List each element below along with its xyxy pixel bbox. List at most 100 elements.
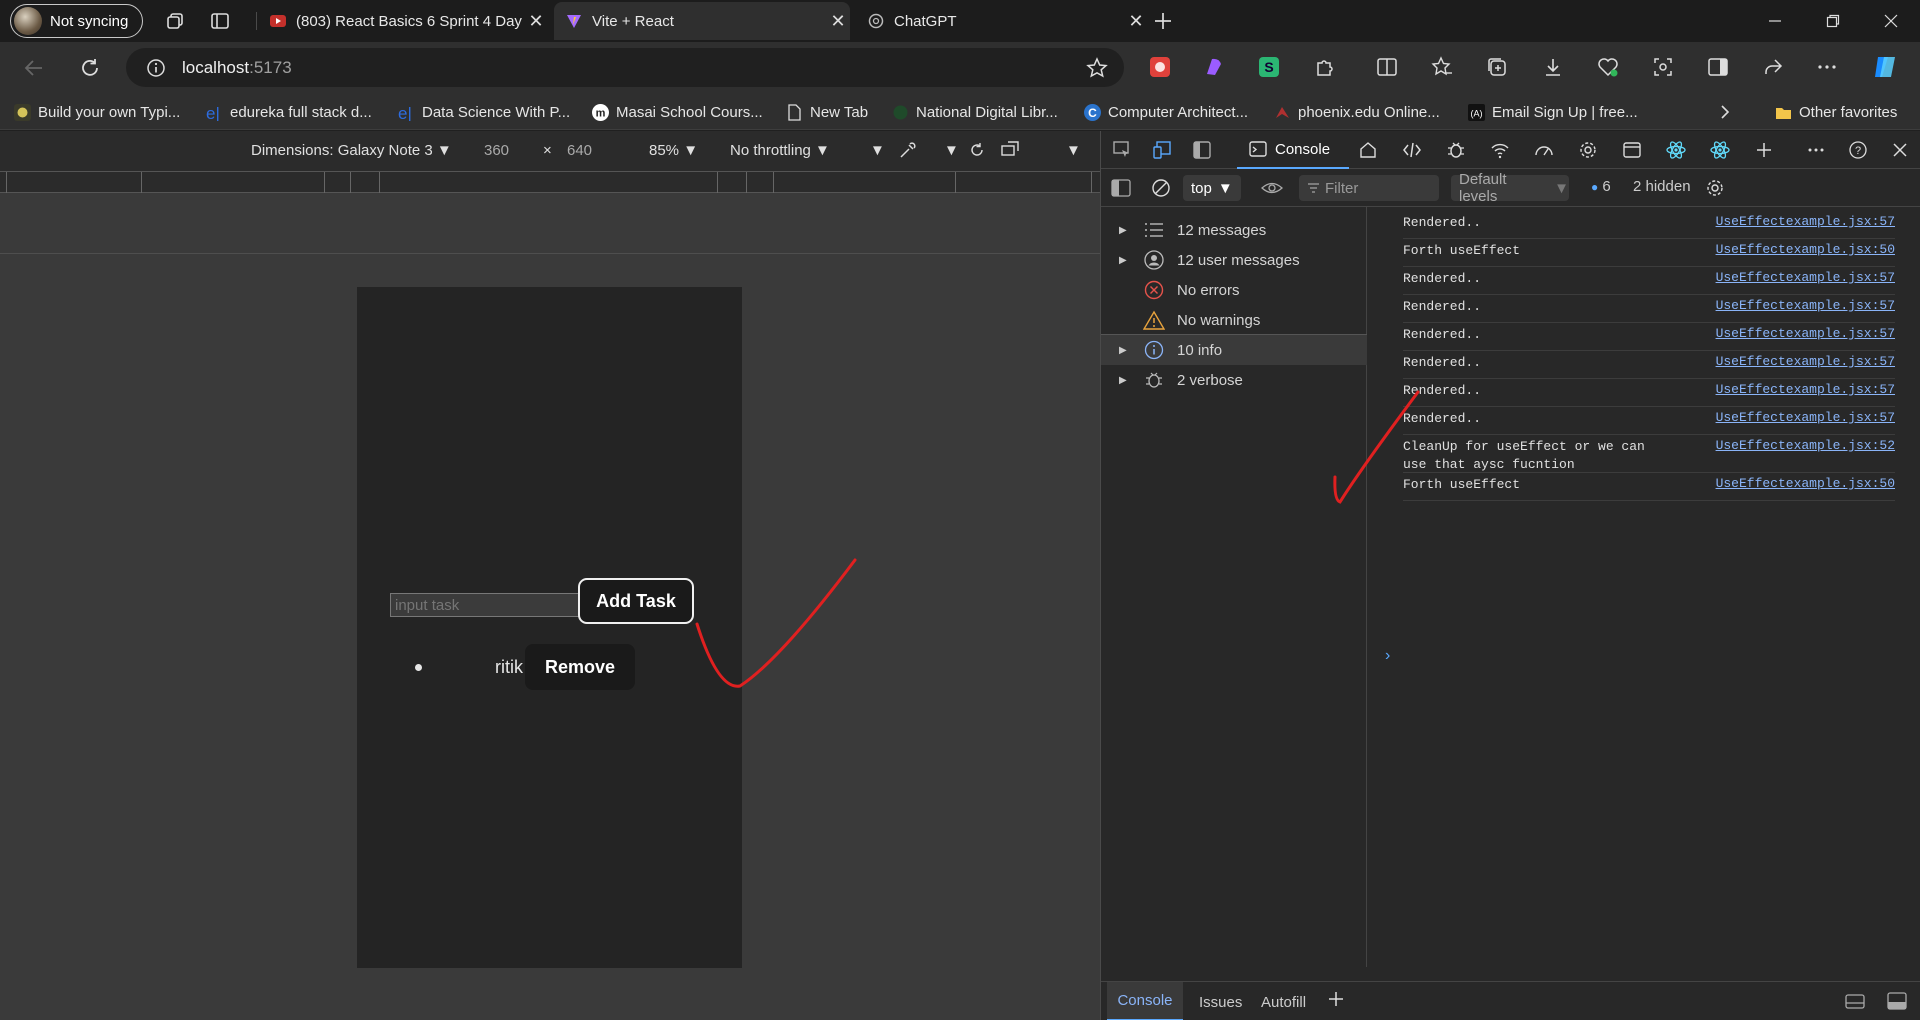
tab-youtube[interactable]: (803) React Basics 6 Sprint 4 Day ( ✕ (258, 2, 548, 40)
favorite-item[interactable]: (A) Email Sign Up | free... (1468, 100, 1638, 124)
source-link[interactable]: UseEffectexample.jsx:50 (1716, 476, 1895, 491)
inspect-icon[interactable] (1111, 139, 1133, 161)
height-input[interactable]: 640 (567, 142, 592, 159)
site-info-icon[interactable] (146, 58, 166, 78)
expand-arrow-icon[interactable]: ▶ (1119, 225, 1133, 236)
sidebar-toggle-icon[interactable] (1111, 179, 1131, 201)
source-link[interactable]: UseEffectexample.jsx:57 (1716, 270, 1895, 285)
tab-console[interactable]: Console (1237, 131, 1349, 169)
sidebar-filter-item[interactable]: No warnings (1101, 305, 1367, 335)
favorite-item[interactable]: e| edureka full stack d... (206, 100, 372, 124)
remove-button[interactable]: Remove (525, 644, 635, 690)
sidebar-filter-item[interactable]: ▶ 2 verbose (1101, 365, 1367, 395)
sidebar-icon[interactable] (1703, 52, 1733, 82)
refresh-icon[interactable] (76, 54, 104, 82)
drawer-dock-icon[interactable] (1887, 992, 1907, 1014)
settings-gear-icon[interactable] (1577, 139, 1599, 161)
issues-counter[interactable]: ● 6 (1591, 178, 1611, 195)
tab-chatgpt[interactable]: ChatGPT ✕ (856, 2, 1148, 40)
favorite-item[interactable]: m Masai School Cours... (592, 100, 763, 124)
share-icon[interactable] (1758, 52, 1788, 82)
help-icon[interactable]: ? (1847, 139, 1869, 161)
other-favorites[interactable]: Other favorites (1775, 100, 1897, 124)
sidebar-filter-item[interactable]: No errors (1101, 275, 1367, 305)
sidebar-filter-item[interactable]: ▶ 10 info (1101, 335, 1367, 365)
sources-bug-icon[interactable] (1445, 139, 1467, 161)
console-prompt-icon[interactable]: › (1385, 647, 1390, 665)
split-screen-icon[interactable] (1372, 52, 1402, 82)
source-link[interactable]: UseEffectexample.jsx:52 (1716, 438, 1895, 453)
add-drawer-tab-icon[interactable] (1327, 990, 1345, 1012)
source-link[interactable]: UseEffectexample.jsx:57 (1716, 214, 1895, 229)
favorite-item[interactable]: Build your own Typi... (14, 100, 180, 124)
close-icon[interactable]: ✕ (1124, 11, 1148, 32)
context-select[interactable]: top ▼ (1183, 175, 1241, 201)
workspaces-icon[interactable] (165, 10, 187, 32)
task-input[interactable] (390, 593, 580, 617)
zoom-select[interactable]: 85% ▼ (649, 142, 698, 159)
quick-view-icon[interactable] (1845, 992, 1865, 1014)
profile-button[interactable]: Not syncing (10, 4, 144, 38)
eyedropper-icon[interactable] (898, 140, 918, 164)
address-bar[interactable]: localhost:5173 (126, 48, 1124, 87)
drawer-tab-console[interactable]: Console (1107, 982, 1183, 1020)
clear-console-icon[interactable] (1151, 178, 1171, 202)
application-icon[interactable] (1621, 139, 1643, 161)
favorite-item[interactable]: National Digital Libr... (892, 100, 1058, 124)
favorites-icon[interactable] (1427, 52, 1457, 82)
downloads-icon[interactable] (1538, 52, 1568, 82)
dimensions-select[interactable]: Dimensions: Galaxy Note 3 ▼ (251, 142, 452, 159)
collections-icon[interactable] (1482, 52, 1512, 82)
new-tab-icon[interactable] (1152, 10, 1174, 32)
welcome-home-icon[interactable] (1357, 139, 1379, 161)
posture-icon[interactable] (1000, 140, 1022, 164)
filter-input[interactable]: Filter (1299, 175, 1439, 201)
live-expression-eye-icon[interactable] (1261, 179, 1283, 201)
back-icon[interactable] (20, 54, 48, 82)
source-link[interactable]: UseEffectexample.jsx:57 (1716, 298, 1895, 313)
drawer-tab-issues[interactable]: Issues (1199, 994, 1242, 1011)
dock-icon[interactable] (1191, 139, 1213, 161)
console-settings-gear-icon[interactable] (1705, 178, 1725, 202)
dropdown-icon[interactable]: ▼ (944, 142, 959, 159)
extension-s-icon[interactable]: S (1254, 52, 1284, 82)
elements-icon[interactable] (1401, 139, 1423, 161)
more-tools-plus-icon[interactable] (1753, 139, 1775, 161)
sidebar-filter-item[interactable]: ▶ 12 messages (1101, 215, 1367, 245)
close-devtools-icon[interactable] (1889, 139, 1911, 161)
browser-essentials-icon[interactable] (1593, 52, 1623, 82)
extensions-puzzle-icon[interactable] (1310, 52, 1340, 82)
more-menu-icon[interactable] (1812, 52, 1842, 82)
tab-actions-icon[interactable] (209, 10, 231, 32)
add-task-button[interactable]: Add Task (578, 578, 694, 624)
dropdown-icon[interactable]: ▼ (870, 142, 885, 159)
throttling-select[interactable]: No throttling ▼ (730, 142, 830, 159)
react-components-icon[interactable] (1665, 139, 1687, 161)
favorite-item[interactable]: C Computer Architect... (1084, 100, 1248, 124)
window-close-icon[interactable] (1862, 0, 1920, 42)
source-link[interactable]: UseEffectexample.jsx:50 (1716, 242, 1895, 257)
customize-menu-icon[interactable] (1805, 139, 1827, 161)
performance-icon[interactable] (1533, 139, 1555, 161)
expand-arrow-icon[interactable]: ▶ (1119, 255, 1133, 266)
more-options-icon[interactable]: ▼ (1066, 142, 1081, 159)
log-levels-select[interactable]: Default levels ▼ (1451, 171, 1569, 205)
react-profiler-icon[interactable] (1709, 139, 1731, 161)
favorites-overflow-icon[interactable] (1718, 100, 1732, 124)
source-link[interactable]: UseEffectexample.jsx:57 (1716, 326, 1895, 341)
favorite-item[interactable]: New Tab (786, 100, 868, 124)
sidebar-filter-item[interactable]: ▶ 12 user messages (1101, 245, 1367, 275)
screenshot-icon[interactable] (1648, 52, 1678, 82)
drawer-tab-autofill[interactable]: Autofill (1261, 994, 1306, 1011)
close-icon[interactable]: ✕ (524, 11, 548, 32)
source-link[interactable]: UseEffectexample.jsx:57 (1716, 382, 1895, 397)
expand-arrow-icon[interactable]: ▶ (1119, 375, 1133, 386)
restore-icon[interactable] (1804, 0, 1862, 42)
minimize-icon[interactable] (1746, 0, 1804, 42)
extension-red-icon[interactable] (1145, 52, 1175, 82)
expand-arrow-icon[interactable]: ▶ (1119, 345, 1133, 356)
close-icon[interactable]: ✕ (826, 11, 850, 32)
tab-vite-react[interactable]: Vite + React ✕ (554, 2, 850, 40)
device-mode-icon[interactable] (1151, 139, 1173, 161)
favorite-item[interactable]: phoenix.edu Online... (1274, 100, 1440, 124)
